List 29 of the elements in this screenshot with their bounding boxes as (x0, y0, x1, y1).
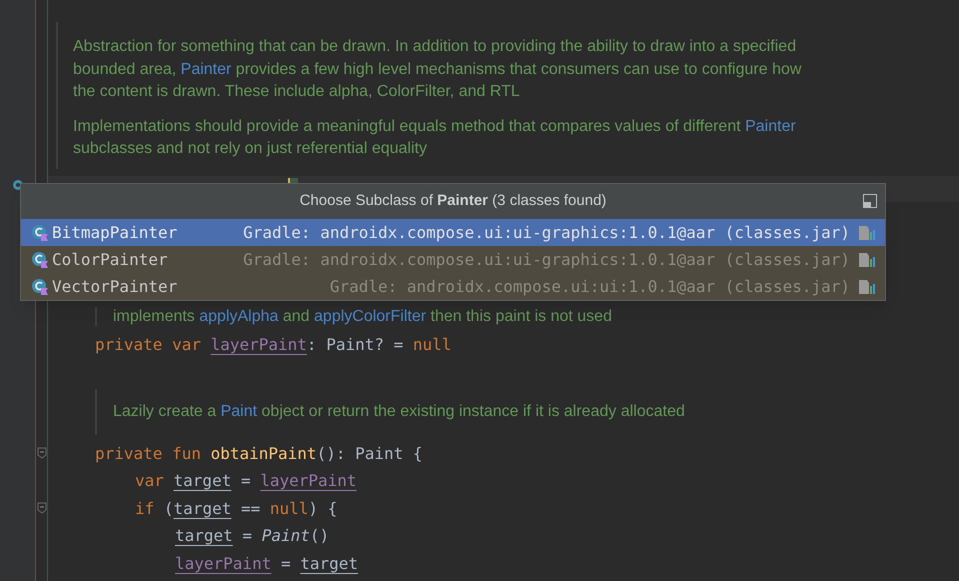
class-location: Gradle: androidx.compose.ui:ui-graphics:1.0.1@aar (classes.jar) (243, 222, 850, 244)
field-comment: implements applyAlpha and applyColorFilter then this paint is not used (113, 306, 613, 326)
subclass-item[interactable]: BitmapPainter Gradle: androidx.compose.ui:ui-graphics:1.0.1@aar (classes.jar) (21, 219, 885, 246)
library-icon (859, 224, 877, 240)
class-location: Gradle: androidx.compose.ui:ui:1.0.1@aar (classes.jar) (330, 276, 850, 298)
library-icon (859, 252, 877, 268)
doc-comment-paragraph: Abstraction for something that can be drawn. In addition to providing the ability to draw into a specified bounded area, Painter provides a few high level mechanisms that consumers can use to configure how the content is drawn. These include alpha, ColorFilter, and RTL (73, 37, 802, 102)
code-line: private fun obtainPaint(): Paint { (95, 442, 423, 464)
fold-marker-icon[interactable] (37, 447, 47, 460)
code-line: layerPaint = target (175, 552, 358, 574)
class-name: VectorPainter (52, 276, 178, 298)
class-icon (31, 250, 49, 268)
class-icon (31, 224, 49, 242)
code-line: target = Paint() (175, 525, 330, 547)
code-line: if (target == null) { (135, 498, 338, 520)
pin-icon (863, 194, 877, 208)
doc-comment-paragraph: Implementations should provide a meaningful equals method that compares values of different Painter subclasses and not rely on just referential equality (73, 116, 797, 159)
class-name: ColorPainter (52, 248, 168, 270)
class-location: Gradle: androidx.compose.ui:ui-graphics:1.0.1@aar (classes.jar) (243, 248, 850, 270)
code-line: var target = layerPaint (135, 470, 357, 492)
library-icon (859, 278, 877, 294)
code-line: private var layerPaint: Paint? = null (95, 334, 452, 356)
fold-marker-icon[interactable] (37, 502, 47, 514)
subclass-item[interactable]: VectorPainter Gradle: androidx.compose.ui:ui:1.0.1@aar (classes.jar) (21, 273, 885, 300)
class-icon (31, 278, 49, 296)
method-comment: Lazily create a Paint object or return the existing instance if it is already allocated (113, 402, 686, 422)
popup-title: Choose Subclass of Painter (3 classes found) (300, 191, 606, 212)
subclass-item[interactable]: ColorPainter Gradle: androidx.compose.ui:ui-graphics:1.0.1@aar (classes.jar) (21, 246, 885, 273)
class-name: BitmapPainter (52, 222, 178, 244)
